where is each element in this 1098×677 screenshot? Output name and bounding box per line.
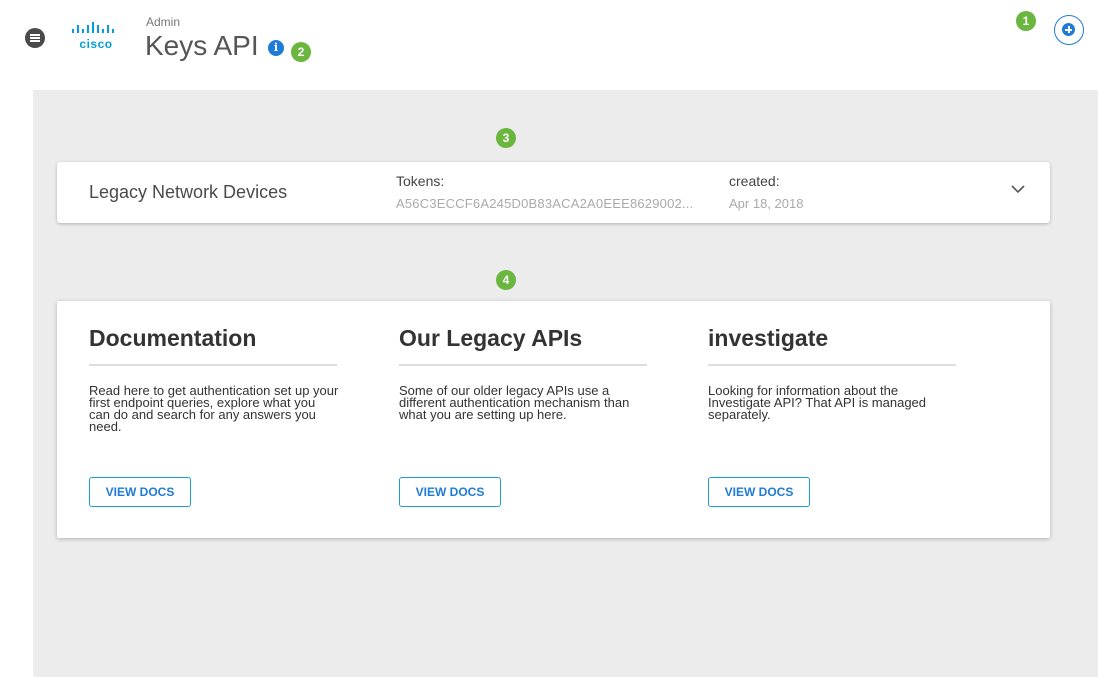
doc-column-legacy-apis: Our Legacy APIs Some of our older legacy… xyxy=(399,301,659,538)
step-badge-3: 3 xyxy=(496,128,516,148)
info-icon[interactable]: i xyxy=(268,40,284,56)
doc-column-documentation: Documentation Read here to get authentic… xyxy=(89,301,349,538)
view-docs-button[interactable]: VIEW DOCS xyxy=(708,477,810,507)
doc-description: Looking for information about the Invest… xyxy=(708,383,927,422)
logo-text: cisco xyxy=(79,37,113,51)
add-key-button[interactable] xyxy=(1054,15,1084,45)
divider xyxy=(399,364,647,366)
view-docs-button[interactable]: VIEW DOCS xyxy=(89,477,191,507)
divider xyxy=(708,364,956,366)
key-name: Legacy Network Devices xyxy=(89,182,288,202)
page-header: cisco Admin Keys API i 2 1 xyxy=(0,0,1098,90)
doc-description: Some of our older legacy APIs use a diff… xyxy=(399,383,630,422)
main-content: 3 Legacy Network Devices Tokens: A56C3EC… xyxy=(33,90,1098,677)
plus-circle-icon xyxy=(1062,23,1075,36)
cisco-bridge-icon xyxy=(72,22,114,33)
doc-title: Our Legacy APIs xyxy=(399,325,583,351)
created-value: Apr 18, 2018 xyxy=(729,196,804,211)
hamburger-menu-icon[interactable] xyxy=(25,28,45,48)
page-title: Keys API xyxy=(145,30,259,61)
step-badge-1: 1 xyxy=(1016,11,1036,31)
api-key-row[interactable]: Legacy Network Devices Tokens: A56C3ECCF… xyxy=(57,162,1050,223)
section-label: Admin xyxy=(146,15,181,29)
created-label: created: xyxy=(729,173,780,189)
documentation-panel: Documentation Read here to get authentic… xyxy=(57,301,1050,538)
step-badge-2: 2 xyxy=(291,42,311,62)
cisco-logo[interactable]: cisco xyxy=(68,22,124,54)
tokens-label: Tokens: xyxy=(396,173,445,189)
doc-description: Read here to get authentication set up y… xyxy=(89,383,339,434)
doc-column-investigate: investigate Looking for information abou… xyxy=(708,301,968,538)
doc-title: Documentation xyxy=(89,325,257,351)
chevron-down-icon[interactable] xyxy=(1010,184,1026,194)
step-badge-4: 4 xyxy=(496,270,516,290)
divider xyxy=(89,364,337,366)
view-docs-button[interactable]: VIEW DOCS xyxy=(399,477,501,507)
doc-title: investigate xyxy=(708,325,829,351)
tokens-value: A56C3ECCF6A245D0B83ACA2A0EEE8629002... xyxy=(396,196,694,211)
